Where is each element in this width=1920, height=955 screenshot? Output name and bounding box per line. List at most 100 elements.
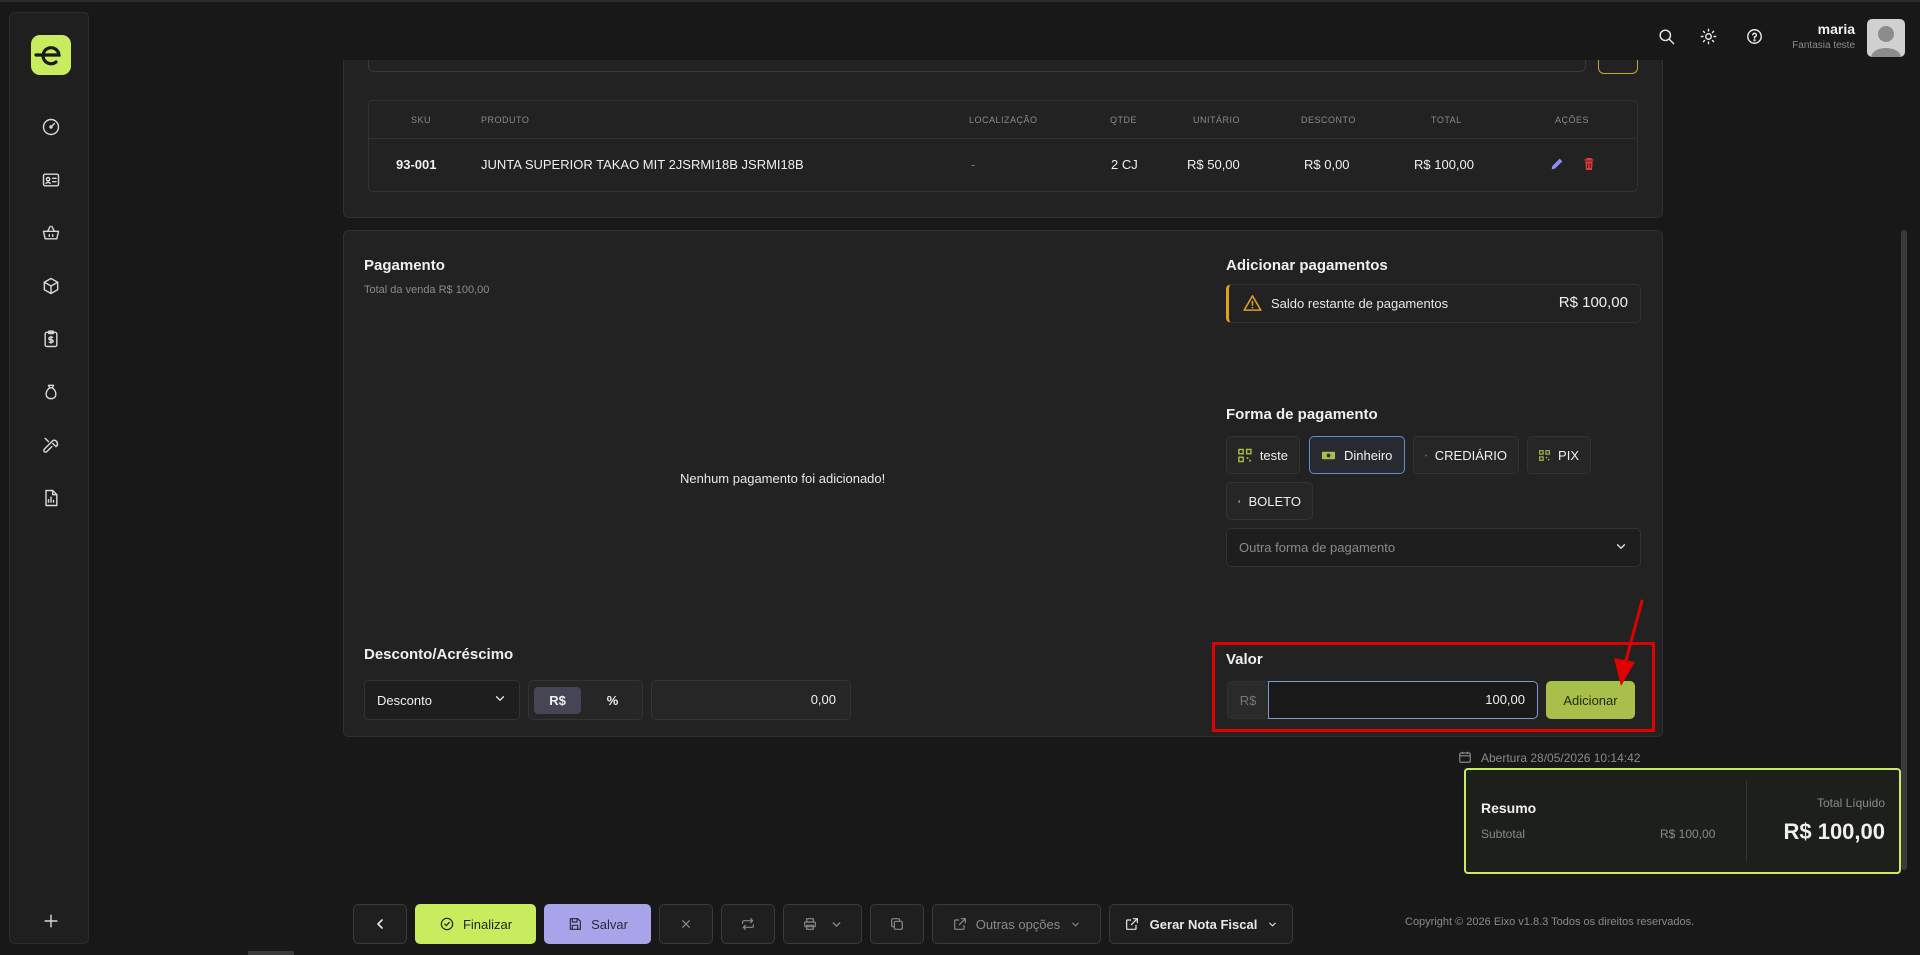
chevron-down-icon	[1614, 539, 1628, 556]
search-icon[interactable]	[1654, 24, 1678, 48]
report-icon[interactable]	[38, 485, 64, 511]
col-header-localizacao: LOCALIZAÇÃO	[969, 115, 1038, 125]
payment-method-pix[interactable]: PIX	[1527, 436, 1591, 474]
payment-method-boleto[interactable]: BOLETO	[1226, 482, 1313, 520]
remaining-balance-alert: Saldo restante de pagamentos R$ 100,00	[1226, 284, 1641, 323]
copyright-text: Copyright © 2026 Eixo v1.8.3 Todos os di…	[1405, 916, 1695, 928]
money-bag-icon[interactable]	[38, 379, 64, 405]
discount-title: Desconto/Acréscimo	[364, 646, 514, 663]
delete-icon[interactable]	[1581, 156, 1597, 177]
finalizar-label: Finalizar	[462, 916, 513, 932]
product-search-input[interactable]	[368, 60, 1586, 72]
total-liquido-label: Total Líquido	[1816, 796, 1885, 810]
basket-icon[interactable]	[38, 220, 64, 246]
wrench-icon[interactable]	[38, 432, 64, 458]
cell-produto: JUNTA SUPERIOR TAKAO MIT 2JSRMI18B JSRMI…	[481, 157, 804, 172]
col-header-unitario: UNITÁRIO	[1193, 115, 1241, 125]
product-search-button[interactable]	[1598, 60, 1638, 74]
subtotal-value: R$ 100,00	[1660, 827, 1716, 841]
discount-type-select[interactable]: Desconto	[364, 680, 520, 720]
col-header-produto: PRODUTO	[481, 115, 530, 125]
gerar-nota-fiscal-label: Gerar Nota Fiscal	[1149, 916, 1258, 932]
external-link-icon	[1125, 918, 1138, 930]
bottom-edge-marker	[248, 951, 294, 955]
top-border	[0, 0, 1920, 2]
help-icon[interactable]	[1742, 24, 1766, 48]
other-payment-method-placeholder: Outra forma de pagamento	[1239, 540, 1396, 555]
document-dollar-icon	[1238, 499, 1241, 503]
chevron-down-icon	[493, 692, 507, 709]
printer-icon	[804, 918, 816, 930]
qr-icon	[1238, 448, 1252, 462]
add-payments-title: Adicionar pagamentos	[1226, 257, 1388, 274]
sun-icon[interactable]	[1696, 24, 1720, 48]
edit-icon[interactable]	[1549, 156, 1565, 177]
finalizar-button[interactable]: Finalizar	[415, 904, 536, 944]
discount-unit-percent[interactable]: %	[589, 687, 636, 714]
print-button[interactable]	[783, 904, 862, 944]
dashboard-icon[interactable]	[38, 114, 64, 140]
chevron-left-icon	[377, 919, 383, 929]
subtotal-label: Subtotal	[1481, 827, 1526, 841]
col-header-total: TOTAL	[1431, 115, 1462, 125]
discount-type-value: Desconto	[377, 692, 432, 708]
id-card-icon[interactable]	[38, 167, 64, 193]
cell-total: R$ 100,00	[1414, 157, 1474, 172]
remaining-balance-value: R$ 100,00	[1558, 294, 1628, 311]
salvar-button[interactable]: Salvar	[544, 904, 651, 944]
annotation-arrow-icon	[1614, 599, 1644, 686]
summary-title: Resumo	[1481, 800, 1537, 816]
clipboard-dollar-icon[interactable]	[38, 326, 64, 352]
outras-opcoes-button[interactable]: Outras opções	[932, 904, 1101, 944]
back-button[interactable]	[353, 904, 407, 944]
avatar[interactable]	[1867, 19, 1905, 57]
payment-method-label: PIX	[1558, 447, 1579, 463]
col-header-acoes: AÇÕES	[1555, 115, 1590, 125]
convert-button[interactable]	[721, 904, 775, 944]
plus-icon[interactable]	[38, 908, 64, 934]
chevron-down-icon	[832, 921, 841, 927]
payment-subtitle: Total da venda R$ 100,00	[364, 284, 490, 296]
cancel-button[interactable]	[659, 904, 713, 944]
check-circle-icon	[440, 917, 454, 931]
copy-icon	[891, 918, 903, 930]
chevron-down-icon	[1269, 922, 1277, 926]
payment-method-dinheiro[interactable]: Dinheiro	[1309, 436, 1405, 474]
opening-datetime-text: Abertura 28/05/2026 10:14:42	[1481, 751, 1641, 765]
cash-icon	[1321, 451, 1336, 459]
repeat-icon	[742, 918, 754, 930]
box-icon[interactable]	[38, 273, 64, 299]
outras-opcoes-label: Outras opções	[975, 916, 1061, 932]
app-logo[interactable]	[31, 35, 71, 75]
cell-localizacao: -	[971, 157, 976, 172]
warning-icon	[1243, 294, 1262, 317]
table-divider	[369, 138, 1637, 139]
payment-method-teste[interactable]: teste	[1226, 436, 1300, 474]
qr-icon	[1539, 449, 1550, 461]
document-dollar-icon	[1425, 454, 1427, 456]
gerar-nota-fiscal-button[interactable]: Gerar Nota Fiscal	[1109, 904, 1293, 944]
user-name[interactable]: maria	[1818, 21, 1855, 37]
payment-methods-title: Forma de pagamento	[1226, 406, 1378, 423]
summary-card: Resumo Subtotal R$ 100,00 Total Líquido …	[1464, 768, 1901, 874]
avatar-placeholder-icon	[1871, 26, 1901, 57]
sidebar	[9, 12, 89, 944]
payment-method-label: BOLETO	[1248, 493, 1301, 509]
payment-title: Pagamento	[364, 257, 445, 274]
other-payment-method-select[interactable]: Outra forma de pagamento	[1226, 528, 1641, 567]
remaining-balance-label: Saldo restante de pagamentos	[1271, 296, 1449, 311]
floppy-icon	[569, 918, 581, 930]
user-company: Fantasia teste	[1792, 40, 1855, 51]
discount-value-input[interactable]: 0,00	[651, 680, 851, 720]
payment-method-crediario[interactable]: CREDIÁRIO	[1413, 436, 1519, 474]
page-scrollbar[interactable]	[1901, 230, 1907, 870]
col-header-sku: SKU	[411, 115, 432, 125]
salvar-label: Salvar	[591, 916, 628, 932]
opening-datetime: Abertura 28/05/2026 10:14:42	[1459, 751, 1641, 765]
close-icon	[682, 920, 690, 928]
discount-unit-toggle: R$ %	[528, 680, 643, 720]
cell-unitario: R$ 50,00	[1187, 157, 1240, 172]
duplicate-button[interactable]	[870, 904, 924, 944]
discount-unit-currency[interactable]: R$	[534, 687, 581, 714]
cell-sku: 93-001	[396, 157, 437, 172]
